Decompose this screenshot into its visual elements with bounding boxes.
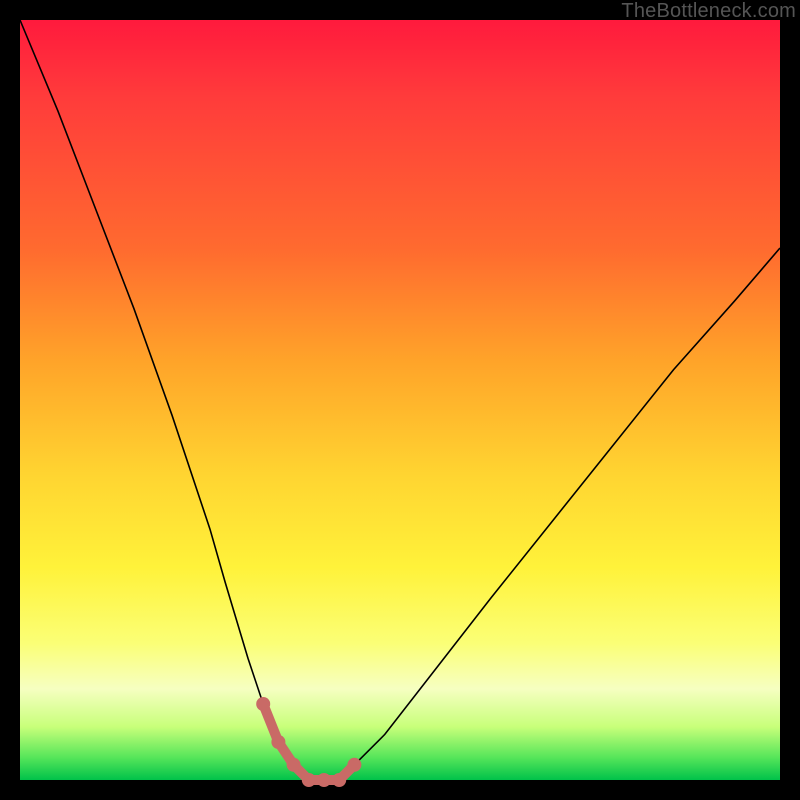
curve-svg <box>20 20 780 780</box>
optimal-range-dot <box>256 697 270 711</box>
plot-area <box>20 20 780 780</box>
optimal-range-dot <box>302 773 316 787</box>
optimal-range-dot <box>347 758 361 772</box>
optimal-range-dot <box>287 758 301 772</box>
chart-frame: TheBottleneck.com <box>0 0 800 800</box>
optimal-range-dot <box>271 735 285 749</box>
optimal-range-dot <box>317 773 331 787</box>
bottleneck-curve <box>20 20 780 780</box>
optimal-range-dot <box>332 773 346 787</box>
